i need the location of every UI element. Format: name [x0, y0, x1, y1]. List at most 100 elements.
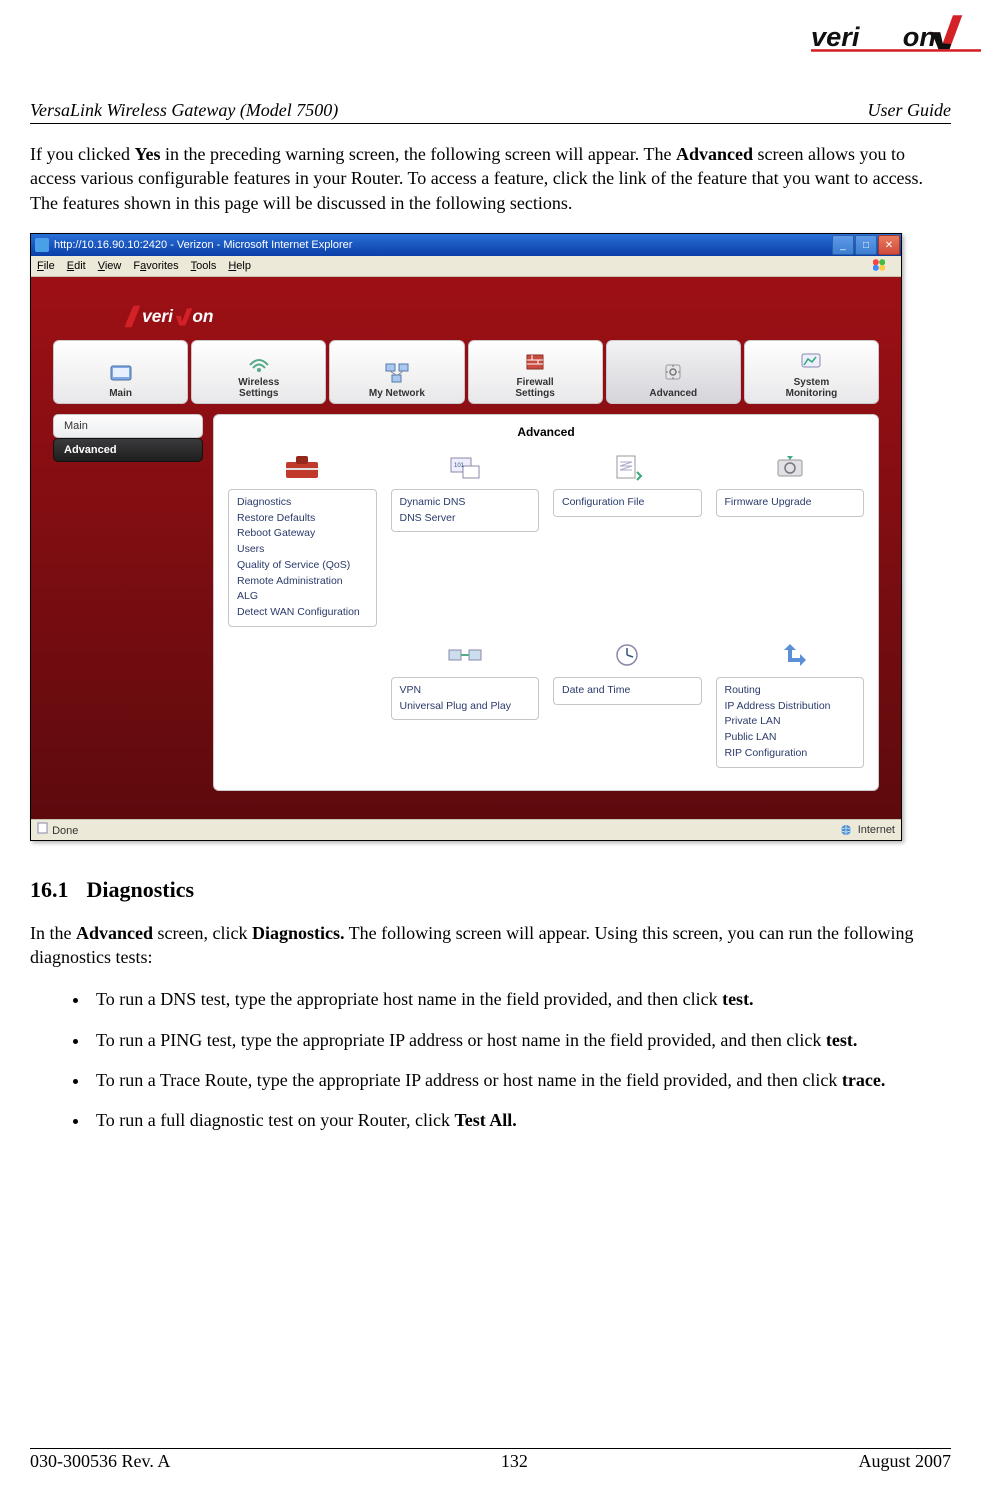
link-private-lan[interactable]: Private LAN — [725, 714, 856, 730]
link-users[interactable]: Users — [237, 542, 368, 558]
routing-icon — [768, 637, 812, 673]
link-upnp[interactable]: Universal Plug and Play — [400, 699, 531, 715]
nav-advanced[interactable]: Advanced — [606, 340, 741, 404]
nav-firewall[interactable]: Firewall Settings — [468, 340, 603, 404]
links-col3-top: Configuration File — [553, 489, 702, 517]
menu-help[interactable]: Help — [228, 260, 251, 272]
link-diagnostics[interactable]: Diagnostics — [237, 495, 368, 511]
list-item: To run a PING test, type the appropriate… — [90, 1028, 951, 1052]
home-icon — [107, 360, 135, 386]
monitor-icon — [797, 349, 825, 375]
embedded-screenshot: http://10.16.90.10:2420 - Verizon - Micr… — [30, 233, 902, 841]
link-vpn[interactable]: VPN — [400, 683, 531, 699]
document-page: veri on VersaLink Wireless Gateway (Mode… — [0, 0, 981, 1492]
link-firmware-upgrade[interactable]: Firmware Upgrade — [725, 495, 856, 511]
window-title: http://10.16.90.10:2420 - Verizon - Micr… — [54, 239, 352, 251]
link-dns-server[interactable]: DNS Server — [400, 511, 531, 527]
header-right: User Guide — [868, 100, 952, 121]
link-qos[interactable]: Quality of Service (QoS) — [237, 558, 368, 574]
link-config-file[interactable]: Configuration File — [562, 495, 693, 511]
section-heading: 16.1 Diagnostics — [30, 877, 951, 903]
nav-label: Wireless Settings — [238, 377, 279, 399]
status-left: Done — [37, 822, 78, 837]
network-icon — [383, 360, 411, 386]
status-bar: Done Internet — [31, 819, 901, 840]
router-ui-content: veri on Main Wireless Settings — [31, 277, 901, 819]
link-reboot-gateway[interactable]: Reboot Gateway — [237, 526, 368, 542]
links-col4-top: Firmware Upgrade — [716, 489, 865, 517]
window-buttons: _ □ ✕ — [832, 234, 901, 255]
link-restore-defaults[interactable]: Restore Defaults — [237, 511, 368, 527]
link-alg[interactable]: ALG — [237, 589, 368, 605]
nav-label: Advanced — [649, 388, 697, 399]
link-ip-distribution[interactable]: IP Address Distribution — [725, 699, 856, 715]
section-number: 16.1 — [30, 877, 69, 902]
nav-monitoring[interactable]: System Monitoring — [744, 340, 879, 404]
link-detect-wan[interactable]: Detect WAN Configuration — [237, 605, 368, 621]
body-row: Main Advanced Advanced — [53, 414, 879, 791]
page-icon — [37, 822, 49, 834]
verizon-logo-top: veri on — [801, 0, 981, 60]
cell-vpn: VPN Universal Plug and Play — [391, 637, 540, 768]
menu-favorites[interactable]: Favorites — [133, 260, 178, 272]
dns-icon: 101 — [443, 449, 487, 485]
internet-zone-icon — [840, 824, 852, 836]
cell-config-file: Configuration File — [553, 449, 702, 627]
cell-firmware: Firmware Upgrade — [716, 449, 865, 627]
toolbox-icon — [280, 449, 324, 485]
cell-empty — [228, 637, 377, 768]
nav-network[interactable]: My Network — [329, 340, 464, 404]
footer-center: 132 — [501, 1451, 528, 1472]
advanced-panel: Advanced Diagnostics Restore Defaults Re… — [213, 414, 879, 791]
link-rip-config[interactable]: RIP Configuration — [725, 746, 856, 762]
link-public-lan[interactable]: Public LAN — [725, 730, 856, 746]
nav-label: Main — [109, 388, 132, 399]
minimize-button[interactable]: _ — [832, 235, 854, 255]
close-button[interactable]: ✕ — [878, 235, 900, 255]
links-col1: Diagnostics Restore Defaults Reboot Gate… — [228, 489, 377, 627]
svg-text:veri: veri — [142, 306, 174, 326]
sidebar-item-main[interactable]: Main — [53, 414, 203, 438]
window-titlebar[interactable]: http://10.16.90.10:2420 - Verizon - Micr… — [31, 234, 901, 256]
windows-flag-icon — [871, 258, 887, 272]
link-dynamic-dns[interactable]: Dynamic DNS — [400, 495, 531, 511]
links-col2-top: Dynamic DNS DNS Server — [391, 489, 540, 533]
feature-grid: Diagnostics Restore Defaults Reboot Gate… — [228, 449, 864, 768]
links-col4-bot: Routing IP Address Distribution Private … — [716, 677, 865, 768]
nav-main[interactable]: Main — [53, 340, 188, 404]
cell-dns: 101 Dynamic DNS DNS Server — [391, 449, 540, 627]
cell-diagnostics: Diagnostics Restore Defaults Reboot Gate… — [228, 449, 377, 627]
list-item: To run a DNS test, type the appropriate … — [90, 987, 951, 1011]
gear-icon — [659, 360, 687, 386]
menu-view[interactable]: View — [98, 260, 122, 272]
page-header: VersaLink Wireless Gateway (Model 7500) … — [30, 100, 951, 124]
sidebar-item-advanced[interactable]: Advanced — [53, 438, 203, 462]
sidebar: Main Advanced — [53, 414, 203, 791]
section-title: Diagnostics — [87, 877, 195, 902]
cell-routing: Routing IP Address Distribution Private … — [716, 637, 865, 768]
top-nav: Main Wireless Settings My Network — [53, 340, 879, 404]
link-routing[interactable]: Routing — [725, 683, 856, 699]
links-col2-bot: VPN Universal Plug and Play — [391, 677, 540, 721]
bullet-list: To run a DNS test, type the appropriate … — [30, 987, 951, 1132]
ie-icon — [35, 238, 49, 252]
page-footer: 030-300536 Rev. A 132 August 2007 — [30, 1448, 951, 1472]
footer-right: August 2007 — [858, 1451, 951, 1472]
menu-file[interactable]: File — [37, 260, 55, 272]
nav-label: System Monitoring — [786, 377, 838, 399]
clock-icon — [605, 637, 649, 673]
status-right: Internet — [840, 824, 895, 836]
link-date-time[interactable]: Date and Time — [562, 683, 693, 699]
link-remote-admin[interactable]: Remote Administration — [237, 574, 368, 590]
file-icon — [605, 449, 649, 485]
svg-text:on: on — [903, 20, 936, 51]
intro-paragraph: If you clicked Yes in the preceding warn… — [30, 142, 951, 215]
menu-tools[interactable]: Tools — [191, 260, 217, 272]
list-item: To run a full diagnostic test on your Ro… — [90, 1108, 951, 1132]
svg-text:veri: veri — [811, 20, 861, 51]
maximize-button[interactable]: □ — [855, 235, 877, 255]
menu-edit[interactable]: Edit — [67, 260, 86, 272]
cell-date-time: Date and Time — [553, 637, 702, 768]
nav-wireless[interactable]: Wireless Settings — [191, 340, 326, 404]
verizon-logo-inline: veri on — [123, 303, 879, 332]
